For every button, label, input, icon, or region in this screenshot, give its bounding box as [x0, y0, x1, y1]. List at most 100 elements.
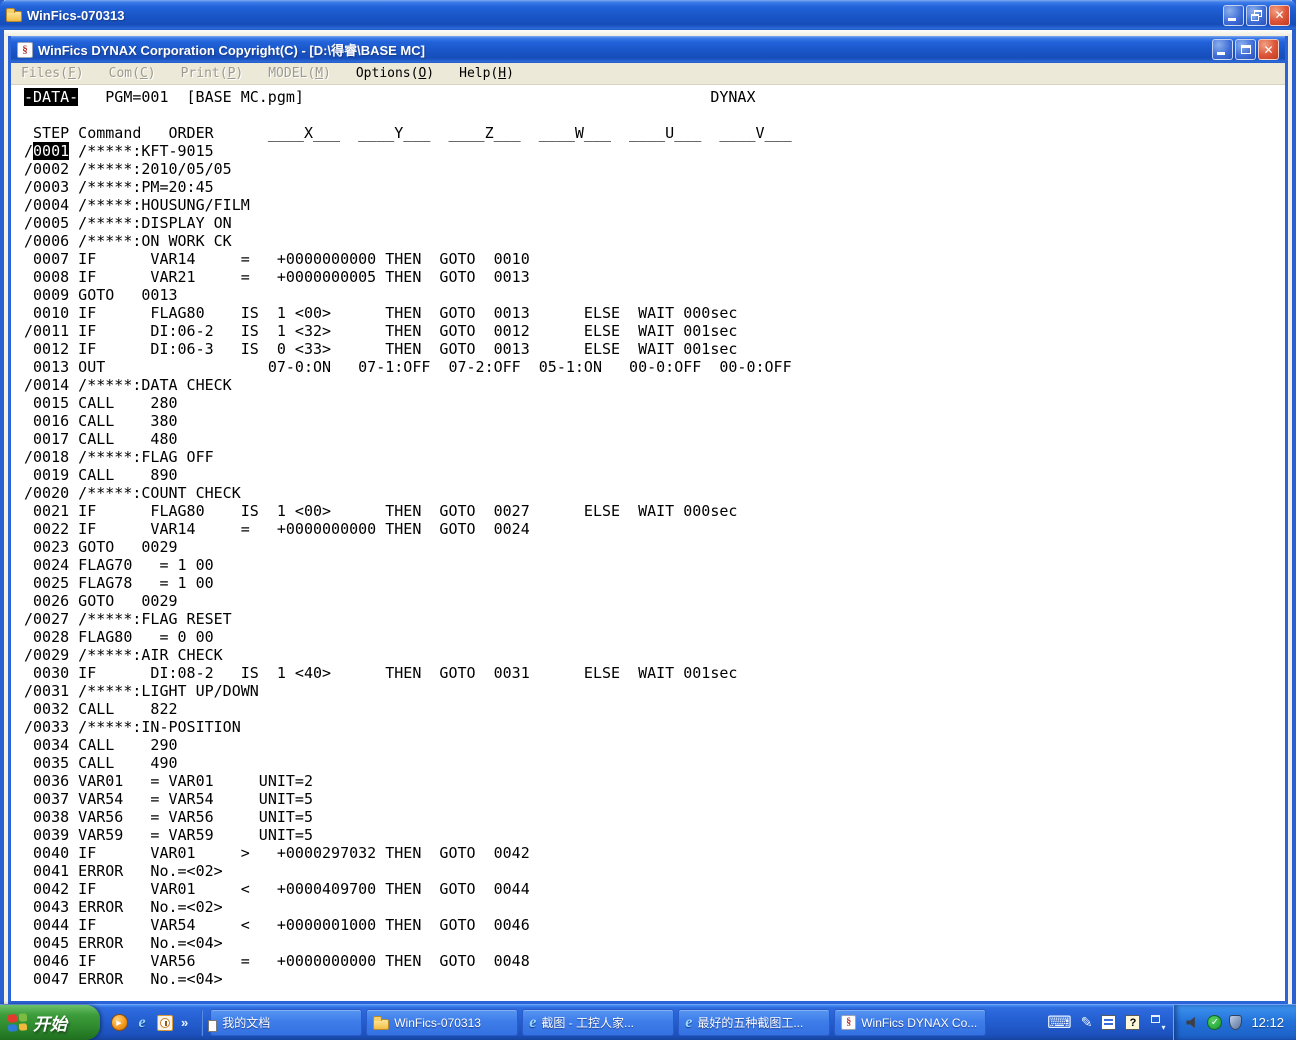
program-line[interactable]: /0018 /*****:FLAG OFF	[24, 448, 1285, 466]
program-line[interactable]: 0007 IF VAR14 = +0000000000 THEN GOTO 00…	[24, 250, 1285, 268]
program-listing: /0001 /*****:KFT-9015/0002 /*****:2010/0…	[24, 142, 1285, 988]
volume-icon[interactable]	[1186, 1016, 1200, 1030]
program-line[interactable]: /0002 /*****:2010/05/05	[24, 160, 1285, 178]
outer-title-bar: WinFics-070313 ✕	[0, 0, 1296, 30]
menu-item-model[interactable]: MODEL(M)	[268, 64, 342, 83]
program-line[interactable]: 0047 ERROR No.=<04>	[24, 970, 1285, 988]
program-line[interactable]: /0020 /*****:COUNT CHECK	[24, 484, 1285, 502]
program-line[interactable]: 0021 IF FLAG80 IS 1 <00> THEN GOTO 0027 …	[24, 502, 1285, 520]
program-line[interactable]: 0032 CALL 822	[24, 700, 1285, 718]
pgm-number: PGM=001	[105, 88, 168, 106]
security-check-icon[interactable]: ✓	[1207, 1015, 1222, 1030]
program-line[interactable]: 0043 ERROR No.=<02>	[24, 898, 1285, 916]
task-label: 截图 - 工控人家...	[541, 1014, 634, 1031]
app-minimize-button[interactable]	[1212, 39, 1233, 60]
program-line[interactable]: 0009 GOTO 0013	[24, 286, 1285, 304]
system-tray: ✓ 12:12	[1173, 1005, 1296, 1040]
program-line[interactable]: /0033 /*****:IN-POSITION	[24, 718, 1285, 736]
start-button-label: 开始	[33, 1010, 67, 1035]
program-line[interactable]: 0036 VAR01 = VAR01 UNIT=2	[24, 772, 1285, 790]
writing-pad-icon[interactable]	[1101, 1015, 1116, 1030]
taskbar-task-my-documents[interactable]: 我的文档	[210, 1009, 362, 1036]
task-label: 我的文档	[222, 1014, 270, 1031]
language-help-icon[interactable]: ?	[1125, 1015, 1140, 1030]
program-line[interactable]: 0012 IF DI:06-3 IS 0 <33> THEN GOTO 0013…	[24, 340, 1285, 358]
program-line[interactable]: /0027 /*****:FLAG RESET	[24, 610, 1285, 628]
program-line[interactable]: /0031 /*****:LIGHT UP/DOWN	[24, 682, 1285, 700]
windows-flag-icon	[8, 1013, 27, 1032]
program-line[interactable]: 0025 FLAG78 = 1 00	[24, 574, 1285, 592]
program-line[interactable]: 0023 GOTO 0029	[24, 538, 1285, 556]
program-line[interactable]: 0026 GOTO 0029	[24, 592, 1285, 610]
taskbar-task-winfics-app[interactable]: §WinFics DYNAX Co...	[834, 1009, 986, 1036]
app-maximize-button[interactable]	[1235, 39, 1256, 60]
quick-launch-overflow-chevron[interactable]: »	[179, 1015, 190, 1030]
restore-button[interactable]	[1246, 5, 1267, 26]
keyboard-icon[interactable]: ⌨	[1047, 1013, 1072, 1033]
minimize-button[interactable]	[1223, 5, 1244, 26]
program-line[interactable]: 0046 IF VAR56 = +0000000000 THEN GOTO 00…	[24, 952, 1285, 970]
program-line[interactable]: 0022 IF VAR14 = +0000000000 THEN GOTO 00…	[24, 520, 1285, 538]
task-label: 最好的五种截图工...	[697, 1014, 803, 1031]
menu-item-print[interactable]: Print(P)	[181, 64, 255, 83]
language-bar-options-icon[interactable]: ▾	[1149, 1015, 1163, 1031]
taskbar: 开始 ▶ e » 我的文档 WinFics-070313 e 截图 - 工控人家...…	[0, 1004, 1296, 1040]
selected-step-highlight: 0001	[33, 142, 69, 160]
program-line[interactable]: /0005 /*****:DISPLAY ON	[24, 214, 1285, 232]
media-player-icon[interactable]: ▶	[110, 1014, 128, 1032]
program-line[interactable]: 0013 OUT 07-0:ON 07-1:OFF 07-2:OFF 05-1:…	[24, 358, 1285, 376]
program-line[interactable]: 0015 CALL 280	[24, 394, 1285, 412]
close-button[interactable]: ✕	[1269, 5, 1290, 26]
clock: 12:12	[1251, 1015, 1284, 1030]
program-line[interactable]: 0010 IF FLAG80 IS 1 <00> THEN GOTO 0013 …	[24, 304, 1285, 322]
menu-item-options[interactable]: Options(O)	[356, 64, 445, 83]
program-line[interactable]: 0038 VAR56 = VAR56 UNIT=5	[24, 808, 1285, 826]
program-line[interactable]: 0042 IF VAR01 < +0000409700 THEN GOTO 00…	[24, 880, 1285, 898]
program-line[interactable]: 0041 ERROR No.=<02>	[24, 862, 1285, 880]
taskbar-task-ie-page-1[interactable]: e 截图 - 工控人家...	[522, 1009, 674, 1036]
menu-item-com[interactable]: Com(C)	[109, 64, 167, 83]
program-line[interactable]: 0019 CALL 890	[24, 466, 1285, 484]
ie-icon: e	[529, 1014, 536, 1032]
program-line[interactable]: /0003 /*****:PM=20:45	[24, 178, 1285, 196]
program-line[interactable]: 0024 FLAG70 = 1 00	[24, 556, 1285, 574]
menu-item-help[interactable]: Help(H)	[459, 64, 525, 83]
taskbar-divider	[201, 1010, 203, 1036]
program-line[interactable]: 0028 FLAG80 = 0 00	[24, 628, 1285, 646]
internet-explorer-icon[interactable]: e	[133, 1014, 151, 1032]
program-line[interactable]: 0040 IF VAR01 > +0000297032 THEN GOTO 00…	[24, 844, 1285, 862]
program-line[interactable]: /0029 /*****:AIR CHECK	[24, 646, 1285, 664]
app-window: § WinFics DYNAX Corporation Copyright(C)…	[8, 36, 1288, 1004]
shield-icon[interactable]	[1229, 1015, 1242, 1030]
program-file-name: [BASE MC.pgm]	[187, 88, 304, 106]
program-line[interactable]: /0011 IF DI:06-2 IS 1 <32> THEN GOTO 001…	[24, 322, 1285, 340]
program-line[interactable]: 0035 CALL 490	[24, 754, 1285, 772]
winfics-icon: §	[841, 1015, 856, 1030]
scheduler-icon[interactable]	[156, 1014, 174, 1032]
mode-indicator: -DATA-	[24, 88, 78, 106]
program-line[interactable]: 0016 CALL 380	[24, 412, 1285, 430]
program-line[interactable]: 0045 ERROR No.=<04>	[24, 934, 1285, 952]
program-line[interactable]: 0034 CALL 290	[24, 736, 1285, 754]
program-line[interactable]: 0044 IF VAR54 < +0000001000 THEN GOTO 00…	[24, 916, 1285, 934]
quick-launch-bar: ▶ e »	[100, 1005, 198, 1040]
outer-window-title: WinFics-070313	[27, 8, 1218, 23]
status-line: -DATA-PGM=001[BASE MC.pgm]DYNAX	[24, 88, 1285, 106]
program-line[interactable]: 0008 IF VAR21 = +0000000005 THEN GOTO 00…	[24, 268, 1285, 286]
start-button[interactable]: 开始	[0, 1005, 100, 1040]
taskbar-task-ie-page-2[interactable]: e最好的五种截图工...	[678, 1009, 830, 1036]
program-line[interactable]: 0039 VAR59 = VAR59 UNIT=5	[24, 826, 1285, 844]
program-line[interactable]: /0004 /*****:HOUSUNG/FILM	[24, 196, 1285, 214]
program-line[interactable]: 0017 CALL 480	[24, 430, 1285, 448]
app-close-button[interactable]: ✕	[1258, 39, 1279, 60]
program-line[interactable]: /0001 /*****:KFT-9015	[24, 142, 1285, 160]
program-line[interactable]: /0006 /*****:ON WORK CK	[24, 232, 1285, 250]
program-line[interactable]: /0014 /*****:DATA CHECK	[24, 376, 1285, 394]
pen-input-icon[interactable]: ✎	[1081, 1015, 1093, 1031]
menu-item-files[interactable]: Files(F)	[21, 64, 95, 83]
program-line[interactable]: 0030 IF DI:08-2 IS 1 <40> THEN GOTO 0031…	[24, 664, 1285, 682]
taskbar-tasks: 我的文档 WinFics-070313 e 截图 - 工控人家... e最好的五种截图工…	[206, 1009, 986, 1036]
taskbar-task-winfics-folder[interactable]: WinFics-070313	[366, 1009, 518, 1036]
app-window-controls: ✕	[1212, 39, 1279, 60]
program-line[interactable]: 0037 VAR54 = VAR54 UNIT=5	[24, 790, 1285, 808]
